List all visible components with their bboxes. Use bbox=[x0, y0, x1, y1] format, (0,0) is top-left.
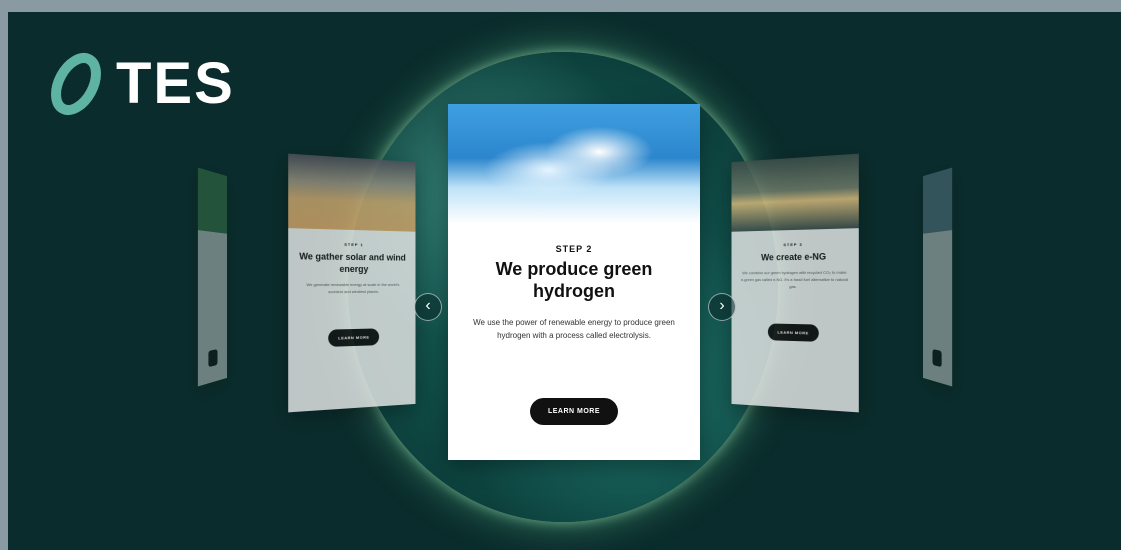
card-description: We use the power of renewable energy to … bbox=[473, 318, 675, 340]
carousel-card-far-right[interactable] bbox=[923, 167, 953, 387]
learn-more-button[interactable]: LEARN MORE bbox=[767, 323, 819, 342]
card-title: We gather solar and wind energy bbox=[299, 251, 406, 275]
card-title: We create e-NG bbox=[761, 251, 827, 263]
logo-text: TES bbox=[116, 51, 235, 116]
tes-logo[interactable]: TES bbox=[48, 52, 235, 116]
water-splash-image bbox=[448, 104, 700, 224]
card-image bbox=[197, 167, 227, 234]
carousel-card-step-1[interactable]: STEP 1 We gather solar and wind energy W… bbox=[288, 153, 416, 413]
chevron-right-icon: › bbox=[719, 297, 725, 314]
card-image bbox=[923, 167, 953, 234]
card-description: We generate renewable energy at scale in… bbox=[306, 281, 400, 295]
card-step: STEP 3 bbox=[783, 241, 803, 248]
carousel-prev-button[interactable]: ‹ bbox=[414, 293, 442, 321]
carousel-card-step-3[interactable]: STEP 3 We create e-NG We combine our gre… bbox=[731, 153, 859, 413]
carousel-card-step-2[interactable]: STEP 2 We produce green hydrogen We use … bbox=[448, 104, 700, 460]
learn-more-button[interactable] bbox=[208, 349, 218, 368]
hero-section: TES STEP 1 We gather solar and wind ener… bbox=[8, 12, 1121, 550]
card-step: STEP 2 bbox=[555, 244, 593, 254]
card-step: STEP 1 bbox=[344, 241, 364, 248]
learn-more-button[interactable]: LEARN MORE bbox=[529, 398, 619, 425]
chevron-left-icon: ‹ bbox=[425, 297, 431, 314]
carousel-next-button[interactable]: › bbox=[708, 293, 736, 321]
learn-more-button[interactable]: LEARN MORE bbox=[328, 328, 380, 347]
logo-mark-icon bbox=[51, 53, 101, 115]
card-description: We combine our green hydrogen with recyc… bbox=[741, 269, 848, 290]
carousel-card-far-left[interactable] bbox=[197, 167, 227, 387]
solar-panels-image bbox=[288, 153, 416, 232]
card-title: We produce green hydrogen bbox=[495, 259, 653, 301]
sea-sunset-image bbox=[731, 153, 859, 232]
learn-more-button[interactable] bbox=[932, 349, 942, 368]
